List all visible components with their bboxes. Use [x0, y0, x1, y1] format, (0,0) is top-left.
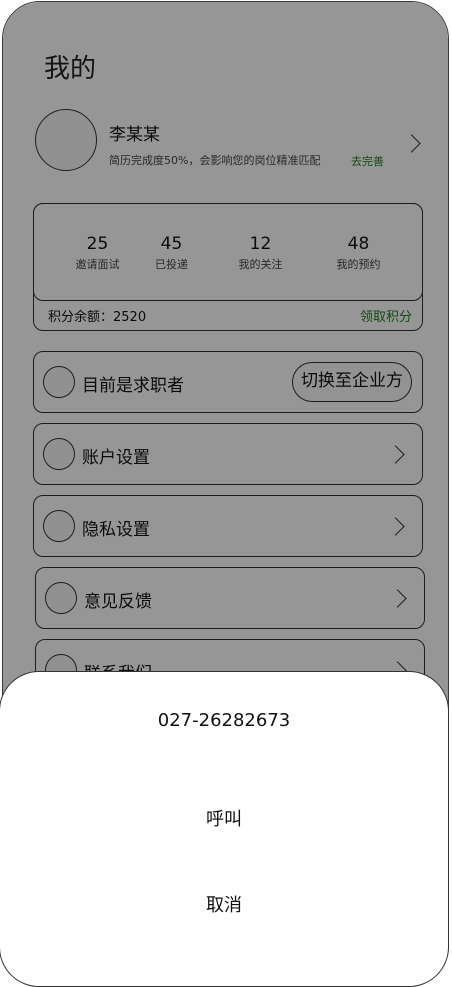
- cancel-button[interactable]: 取消: [0, 891, 448, 917]
- call-button[interactable]: 呼叫: [0, 805, 448, 831]
- phone-number: 027-26282673: [157, 710, 291, 731]
- call-action-sheet: 027-26282673 呼叫 取消: [0, 671, 449, 987]
